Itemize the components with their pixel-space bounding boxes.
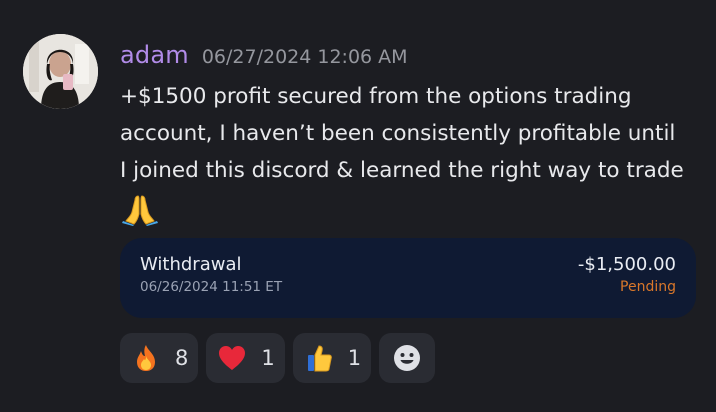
message-line: +$1500 profit secured from the options t… — [120, 84, 632, 109]
transaction-date: 06/26/2024 11:51 ET — [140, 279, 283, 295]
smiley-add-reaction-icon — [394, 345, 421, 371]
folded-hands-emoji-icon — [120, 192, 160, 226]
transaction-status: Pending — [620, 279, 676, 295]
message-timestamp: 06/27/2024 12:06 AM — [201, 46, 408, 68]
username[interactable]: adam — [120, 41, 189, 69]
reaction-thumbs-up[interactable]: 1 — [292, 333, 372, 383]
transaction-amount: -$1,500.00 — [577, 254, 676, 275]
message-line: I joined this discord & learned the righ… — [120, 158, 684, 183]
message-content: +$1500 profit secured from the options t… — [120, 78, 710, 189]
add-reaction-button[interactable] — [379, 333, 436, 383]
reaction-fire[interactable]: 8 — [120, 333, 199, 383]
reaction-red-heart[interactable]: 1 — [206, 333, 285, 383]
user-avatar[interactable] — [23, 34, 98, 109]
transaction-type: Withdrawal — [140, 254, 242, 275]
chat-message: adam 06/27/2024 12:06 AM +$1500 profit s… — [0, 0, 716, 412]
transaction-card[interactable]: Withdrawal 06/26/2024 11:51 ET -$1,500.0… — [120, 238, 696, 318]
thumbs-up-icon — [307, 345, 332, 372]
avatar-image — [23, 34, 98, 109]
reaction-count: 1 — [261, 346, 275, 370]
red-heart-icon — [219, 346, 246, 370]
reaction-count: 8 — [175, 346, 189, 370]
message-header: adam 06/27/2024 12:06 AM — [120, 41, 408, 69]
reaction-count: 1 — [347, 346, 362, 370]
message-line: account, I haven’t been consistently pro… — [120, 121, 676, 146]
fire-icon — [137, 345, 155, 371]
reactions-bar: 8 1 1 — [120, 333, 436, 383]
